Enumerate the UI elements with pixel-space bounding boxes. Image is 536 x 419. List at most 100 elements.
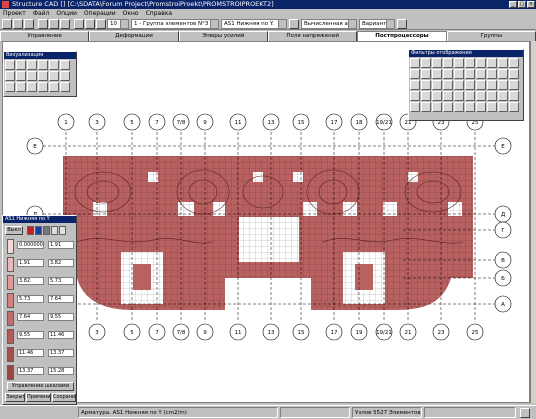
filter-tool-icon[interactable] <box>432 69 442 79</box>
filter-tool-icon[interactable] <box>432 102 442 112</box>
legend-range-from[interactable]: 5.73 <box>17 295 44 303</box>
legend-range-to[interactable]: 5.73 <box>48 277 74 285</box>
filter-tool-icon[interactable] <box>443 58 453 68</box>
filter-tool-icon[interactable] <box>421 80 431 90</box>
filter-tool-icon[interactable] <box>421 102 431 112</box>
legend-row[interactable]: 13.37 15.28 <box>5 364 76 381</box>
filter-tool-icon[interactable] <box>476 102 486 112</box>
close-icon[interactable]: × <box>527 1 535 8</box>
filter-tool-icon[interactable] <box>509 69 519 79</box>
visualization-tool-icon[interactable] <box>38 60 48 70</box>
legend-color-swatch[interactable] <box>7 239 14 254</box>
visualization-tool-icon[interactable] <box>5 60 15 70</box>
menu-window[interactable]: Окно <box>123 9 139 18</box>
filter-tool-icon[interactable] <box>454 102 464 112</box>
filter-tool-icon[interactable] <box>465 58 475 68</box>
visualization-tool-icon[interactable] <box>27 82 37 92</box>
filter-tool-icon[interactable] <box>498 91 508 101</box>
legend-color-swatch[interactable] <box>7 365 14 380</box>
visualization-tool-icon[interactable] <box>49 71 59 81</box>
legend-range-from[interactable]: 0.000000 <box>17 241 44 249</box>
filter-tool-icon[interactable] <box>465 80 475 90</box>
filter-tool-icon[interactable] <box>509 58 519 68</box>
filter-tool-icon[interactable] <box>476 91 486 101</box>
visualization-tool-icon[interactable] <box>38 71 48 81</box>
tab-postprocessors[interactable]: Постпроцессоры <box>357 31 447 41</box>
tool-new-icon[interactable] <box>2 19 12 29</box>
legend-row[interactable]: 11.46 13.37 <box>5 346 76 363</box>
legend-color-swatch[interactable] <box>7 293 14 308</box>
tab-stress-fields[interactable]: Поля напряжений <box>267 31 358 41</box>
tab-force-diagrams[interactable]: Эпюры усилий <box>178 31 268 41</box>
legend-row[interactable]: 5.73 7.64 <box>5 292 76 309</box>
filter-tool-icon[interactable] <box>410 58 420 68</box>
legend-range-to[interactable]: 11.46 <box>48 331 74 339</box>
menu-options[interactable]: Опции <box>56 9 77 18</box>
filter-tool-icon[interactable] <box>476 69 486 79</box>
tool-redo-icon[interactable] <box>85 19 95 29</box>
color-scheme-icon[interactable] <box>51 226 58 235</box>
apply-button[interactable]: Применить <box>26 393 51 402</box>
visualization-tool-icon[interactable] <box>27 71 37 81</box>
filter-tool-icon[interactable] <box>410 102 420 112</box>
legend-range-to[interactable]: 15.28 <box>48 367 74 375</box>
legend-range-from[interactable]: 3.82 <box>17 277 44 285</box>
legend-color-swatch[interactable] <box>7 347 14 362</box>
filter-tool-icon[interactable] <box>498 69 508 79</box>
filter-tool-icon[interactable] <box>498 80 508 90</box>
filter-tool-icon[interactable] <box>509 102 519 112</box>
nav-right-icon[interactable] <box>520 408 530 418</box>
maximize-icon[interactable]: □ <box>518 1 526 8</box>
menu-help[interactable]: Справка <box>146 9 172 18</box>
tool-save-icon[interactable] <box>24 19 34 29</box>
legend-color-swatch[interactable] <box>7 311 14 326</box>
vertical-scrollbar[interactable] <box>530 41 536 403</box>
color-scheme-icon[interactable] <box>27 226 34 235</box>
legend-row[interactable]: 7.64 9.55 <box>5 310 76 327</box>
tab-deformations[interactable]: Деформации <box>89 31 179 41</box>
legend-range-from[interactable]: 13.37 <box>17 367 44 375</box>
filter-tool-icon[interactable] <box>509 80 519 90</box>
visualization-tool-icon[interactable] <box>49 60 59 70</box>
visualization-tool-icon[interactable] <box>60 71 70 81</box>
legend-color-swatch[interactable] <box>7 275 14 290</box>
tab-control[interactable]: Управление <box>0 31 90 41</box>
filter-tool-icon[interactable] <box>498 58 508 68</box>
visualization-tool-icon[interactable] <box>16 60 26 70</box>
filter-tool-icon[interactable] <box>421 58 431 68</box>
filter-tool-icon[interactable] <box>432 91 442 101</box>
legend-range-to[interactable]: 1.91 <box>48 241 74 249</box>
visualization-tool-icon[interactable] <box>16 82 26 92</box>
visualization-tool-icon[interactable] <box>60 60 70 70</box>
filter-tool-icon[interactable] <box>443 80 453 90</box>
legend-row[interactable]: 0.000000 1.91 <box>5 238 76 255</box>
menu-file[interactable]: Файл <box>33 9 50 18</box>
filter-tool-icon[interactable] <box>443 102 453 112</box>
visualization-tool-icon[interactable] <box>27 60 37 70</box>
filter-tool-icon[interactable] <box>487 80 497 90</box>
tool-paste-icon[interactable] <box>60 19 70 29</box>
scale-control-button[interactable]: Управление шкалами <box>7 382 74 391</box>
filter-tool-icon[interactable] <box>421 69 431 79</box>
color-scheme-icon[interactable] <box>35 226 42 235</box>
tool-print-icon[interactable] <box>38 19 48 29</box>
tool-undo-icon[interactable] <box>74 19 84 29</box>
filter-tool-icon[interactable] <box>476 58 486 68</box>
filter-tool-icon[interactable] <box>410 80 420 90</box>
variant-select[interactable]: Вариант 1 <box>359 19 395 29</box>
close-button[interactable]: Закрыть <box>5 393 25 402</box>
tool-settings-icon[interactable] <box>397 19 407 29</box>
visualization-tool-icon[interactable] <box>16 71 26 81</box>
filter-tool-icon[interactable] <box>476 80 486 90</box>
filter-tool-icon[interactable] <box>432 80 442 90</box>
legend-range-to[interactable]: 13.37 <box>48 349 74 357</box>
tool-zoom-icon[interactable] <box>96 19 106 29</box>
scale-select[interactable]: 10 <box>107 19 129 29</box>
visualization-tool-icon[interactable] <box>60 82 70 92</box>
group-select[interactable]: 1 - Группа элементов N°3 <box>131 19 219 29</box>
menu-project[interactable]: Проект <box>3 9 26 18</box>
save-button[interactable]: Сохранить <box>52 393 76 402</box>
legend-range-from[interactable]: 7.64 <box>17 313 44 321</box>
filter-tool-icon[interactable] <box>443 69 453 79</box>
filter-tool-icon[interactable] <box>465 69 475 79</box>
